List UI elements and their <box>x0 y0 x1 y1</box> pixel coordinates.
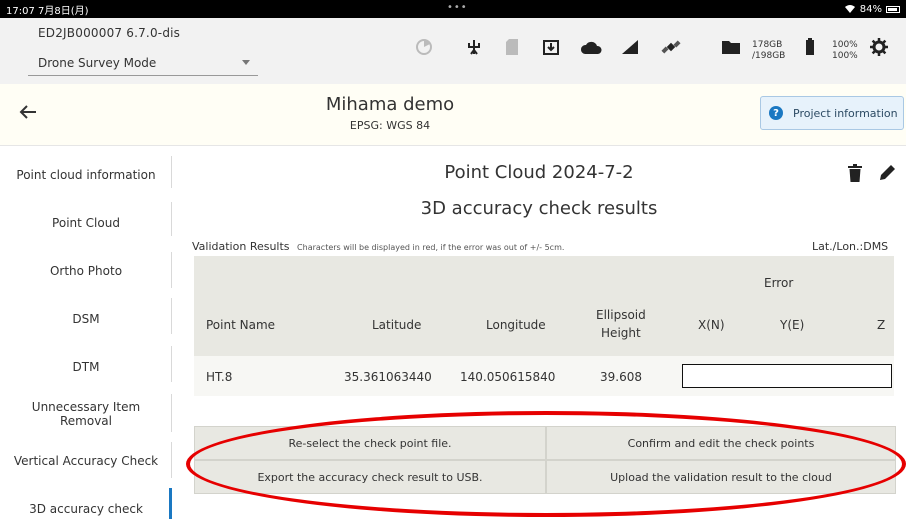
validation-note: Characters will be displayed in red, if … <box>297 243 565 252</box>
folder-icon[interactable] <box>720 36 742 58</box>
cloud-icon <box>580 36 602 58</box>
status-time-date: 17:07 7月8日(月) <box>6 5 89 17</box>
sidebar-item-dsm[interactable]: DSM <box>0 312 172 326</box>
export-usb-label: Export the accuracy check result to USB. <box>257 470 483 484</box>
project-epsg: EPSG: WGS 84 <box>349 119 431 132</box>
sidebar-item-ortho-photo[interactable]: Ortho Photo <box>0 264 172 278</box>
sidebar-nav: Point cloud information Point Cloud Orth… <box>0 146 172 519</box>
upload-cloud-label: Upload the validation result to the clou… <box>610 470 832 484</box>
back-arrow-icon[interactable] <box>18 102 42 126</box>
validation-label: Validation Results <box>192 240 290 253</box>
main-content: Point Cloud 2024-7-2 3D accuracy check r… <box>172 146 906 519</box>
signal-icon <box>619 36 641 58</box>
error-values-box <box>682 364 892 388</box>
sd-card-icon <box>501 36 523 58</box>
reselect-check-point-button[interactable]: Re-select the check point file. <box>194 426 546 460</box>
mode-dropdown[interactable]: Drone Survey Mode <box>28 50 258 76</box>
sidebar-item-point-cloud-information[interactable]: Point cloud information <box>0 168 172 182</box>
project-information-label: Project information <box>793 106 898 120</box>
device-id-version: ED2JB000007 6.7.0-dis <box>38 26 181 40</box>
coordinate-format: Lat./Lon.:DMS <box>812 240 889 253</box>
col-error-y: Y(E) <box>780 318 805 332</box>
storage-free: 178GB <box>752 40 783 50</box>
cell-longitude: 140.050615840 <box>460 370 556 384</box>
check-results-title: 3D accuracy check results <box>420 198 658 219</box>
sidebar-item-point-cloud[interactable]: Point Cloud <box>0 216 172 230</box>
pencil-icon[interactable] <box>878 164 896 182</box>
sidebar-item-label: Removal <box>59 414 112 428</box>
status-battery-icon <box>886 5 900 13</box>
col-latitude: Latitude <box>372 318 422 332</box>
sidebar-item-vertical-accuracy-check[interactable]: Vertical Accuracy Check <box>0 454 172 468</box>
antenna-icon <box>463 36 485 58</box>
validation-results-line: Validation Results Characters will be di… <box>192 240 564 253</box>
col-error-z: Z <box>877 318 886 332</box>
point-cloud-title: Point Cloud 2024-7-2 <box>444 162 634 183</box>
wifi-icon <box>844 5 855 13</box>
confirm-edit-check-points-button[interactable]: Confirm and edit the check points <box>546 426 896 460</box>
sidebar-item-unnecessary-item-removal[interactable]: Unnecessary Item Removal <box>0 400 172 428</box>
mode-dropdown-value: Drone Survey Mode <box>38 56 157 70</box>
col-ellipsoid-line2: Height <box>601 326 641 340</box>
battery-icon <box>799 36 821 58</box>
storage-total: /198GB <box>752 51 786 61</box>
upload-to-cloud-button[interactable]: Upload the validation result to the clou… <box>546 460 896 494</box>
sidebar-item-3d-accuracy-check[interactable]: 3D accuracy check <box>0 502 172 516</box>
multitask-dots-icon[interactable]: ••• <box>447 2 468 13</box>
accuracy-table: Error Point Name Latitude Longitude Elli… <box>194 256 894 396</box>
project-title: Mihama demo <box>325 94 455 115</box>
table-header: Error Point Name Latitude Longitude Elli… <box>194 256 894 356</box>
action-buttons: Re-select the check point file. Confirm … <box>194 426 896 494</box>
reselect-label: Re-select the check point file. <box>288 436 452 450</box>
cell-point-name: HT.8 <box>206 370 233 384</box>
cell-ellipsoid-height: 39.608 <box>600 370 642 384</box>
system-status-bar: 17:07 7月8日(月) ••• 84% <box>0 0 906 18</box>
battery-levels: 100% 100% <box>832 40 858 62</box>
battery-level-1: 100% <box>832 40 858 50</box>
storage-usage: 178GB /198GB <box>752 40 785 62</box>
table-row[interactable]: HT.8 35.361063440 140.050615840 39.608 <box>194 356 894 396</box>
col-point-name: Point Name <box>206 318 276 332</box>
error-group-header: Error <box>764 276 794 290</box>
device-toolbar: ED2JB000007 6.7.0-dis Drone Survey Mode … <box>0 18 906 84</box>
sidebar-item-dtm[interactable]: DTM <box>0 360 172 374</box>
timer-icon <box>413 36 435 58</box>
col-error-x: X(N) <box>698 318 725 332</box>
export-to-usb-button[interactable]: Export the accuracy check result to USB. <box>194 460 546 494</box>
col-ellipsoid-line1: Ellipsoid <box>596 308 646 322</box>
trash-icon[interactable] <box>848 164 864 182</box>
gear-icon[interactable] <box>868 36 890 58</box>
question-icon: ? <box>769 106 783 120</box>
chevron-down-icon <box>242 60 250 65</box>
satellite-icon <box>660 36 682 58</box>
project-header: Mihama demo EPSG: WGS 84 ? Project infor… <box>0 84 906 146</box>
status-battery-percent: 84% <box>859 3 882 15</box>
col-ellipsoid-height: Ellipsoid Height <box>596 306 646 342</box>
battery-level-2: 100% <box>832 51 858 61</box>
download-box-icon[interactable] <box>540 36 562 58</box>
confirm-edit-label: Confirm and edit the check points <box>627 436 815 450</box>
cell-latitude: 35.361063440 <box>344 370 432 384</box>
sidebar-item-label: Unnecessary Item <box>31 400 141 414</box>
col-longitude: Longitude <box>486 318 546 332</box>
project-information-button[interactable]: ? Project information <box>760 96 904 130</box>
